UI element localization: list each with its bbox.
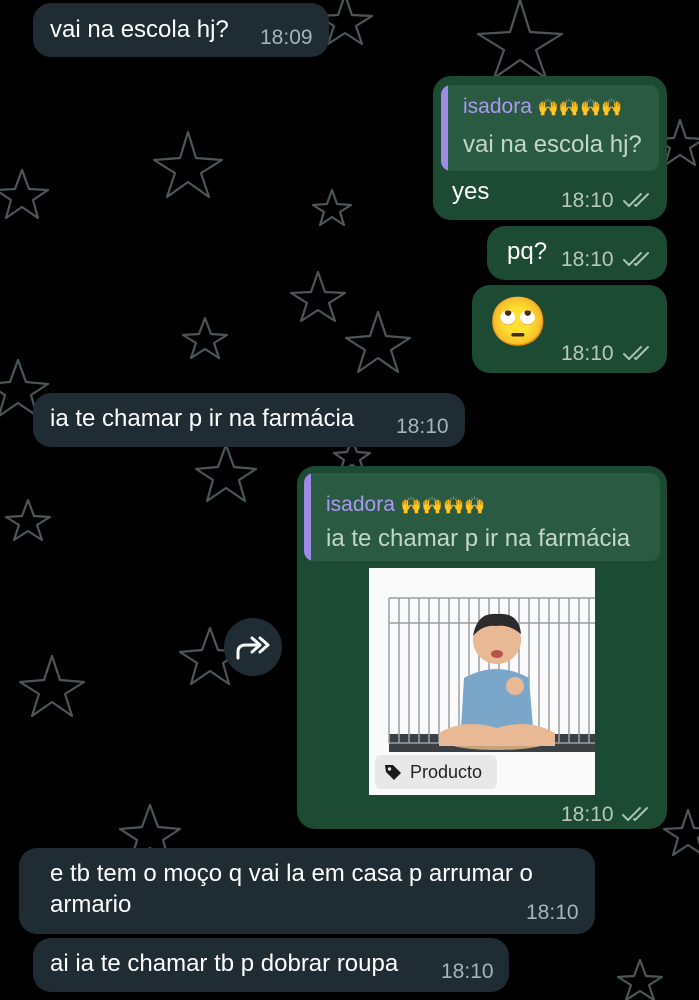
product-tag[interactable]: Producto [375, 755, 497, 789]
star-doodle [344, 310, 412, 374]
star-doodle [152, 130, 224, 199]
star-doodle [476, 0, 564, 80]
message-time: 18:10 [526, 901, 579, 924]
star-doodle [4, 498, 52, 542]
incoming-message[interactable]: vai na escola hj? 18:09 [33, 3, 329, 57]
star-doodle [616, 958, 664, 1000]
quote-accent-bar [441, 85, 448, 171]
incoming-message[interactable]: ia te chamar p ir na farmácia 18:10 [33, 393, 465, 447]
star-doodle [181, 316, 229, 360]
double-check-icon [623, 252, 649, 266]
outgoing-message[interactable]: pq? 18:10 [487, 226, 667, 280]
double-check-icon [623, 193, 649, 207]
message-time: 18:10 [561, 189, 614, 212]
message-text-line-2: armario [50, 891, 132, 918]
message-text-line-1: e tb tem o moço q vai la em casa p arrum… [50, 860, 533, 887]
message-time: 18:10 [561, 803, 614, 826]
star-doodle [311, 188, 353, 227]
star-doodle [289, 270, 347, 323]
star-doodle [662, 808, 699, 857]
star-doodle [0, 168, 50, 220]
message-text: yes [452, 178, 490, 205]
message-time: 18:09 [260, 26, 313, 49]
forward-button[interactable] [224, 618, 282, 676]
quote-text: ia te chamar p ir na farmácia [326, 525, 631, 552]
message-time: 18:10 [441, 960, 494, 983]
incoming-message[interactable]: ai ia te chamar tb p dobrar roupa 18:10 [33, 938, 509, 992]
eye-roll-emoji: 🙄 [488, 296, 548, 349]
message-time: 18:10 [561, 342, 614, 365]
product-tag-label: Producto [410, 762, 483, 782]
star-doodle [194, 443, 258, 503]
tag-icon [385, 765, 401, 780]
incoming-message[interactable]: e tb tem o moço q vai la em casa p arrum… [19, 848, 595, 934]
quote-text: vai na escola hj? [463, 131, 642, 158]
quote-author: isadora 🙌🙌🙌🙌 [463, 95, 623, 118]
message-text: ia te chamar p ir na farmácia [50, 405, 355, 432]
double-check-icon [622, 807, 648, 821]
message-time: 18:10 [396, 415, 449, 438]
message-text: pq? [507, 238, 548, 265]
double-check-icon [623, 346, 649, 360]
message-text: ai ia te chamar tb p dobrar roupa [50, 950, 399, 977]
outgoing-image-reply-message[interactable]: isadora 🙌🙌🙌🙌 ia te chamar p ir na farmác… [297, 466, 667, 829]
raised-hands-emoji: 🙌🙌🙌🙌 [537, 98, 623, 117]
message-text: vai na escola hj? [50, 16, 229, 43]
outgoing-reply-message[interactable]: isadora 🙌🙌🙌🙌 vai na escola hj? yes 18:10 [433, 76, 667, 220]
quote-accent-bar [304, 473, 311, 561]
quoted-message[interactable]: isadora 🙌🙌🙌🙌 ia te chamar p ir na farmác… [304, 473, 660, 561]
star-doodle [18, 654, 86, 718]
forward-icon [236, 636, 270, 660]
quoted-message[interactable]: isadora 🙌🙌🙌🙌 vai na escola hj? [441, 85, 659, 171]
message-time: 18:10 [561, 248, 614, 271]
raised-hands-emoji: 🙌🙌🙌🙌 [400, 496, 486, 515]
shared-image[interactable]: Producto [369, 568, 595, 795]
quote-author: isadora 🙌🙌🙌🙌 [326, 493, 486, 516]
outgoing-emoji-message[interactable]: 🙄 18:10 [472, 285, 667, 373]
